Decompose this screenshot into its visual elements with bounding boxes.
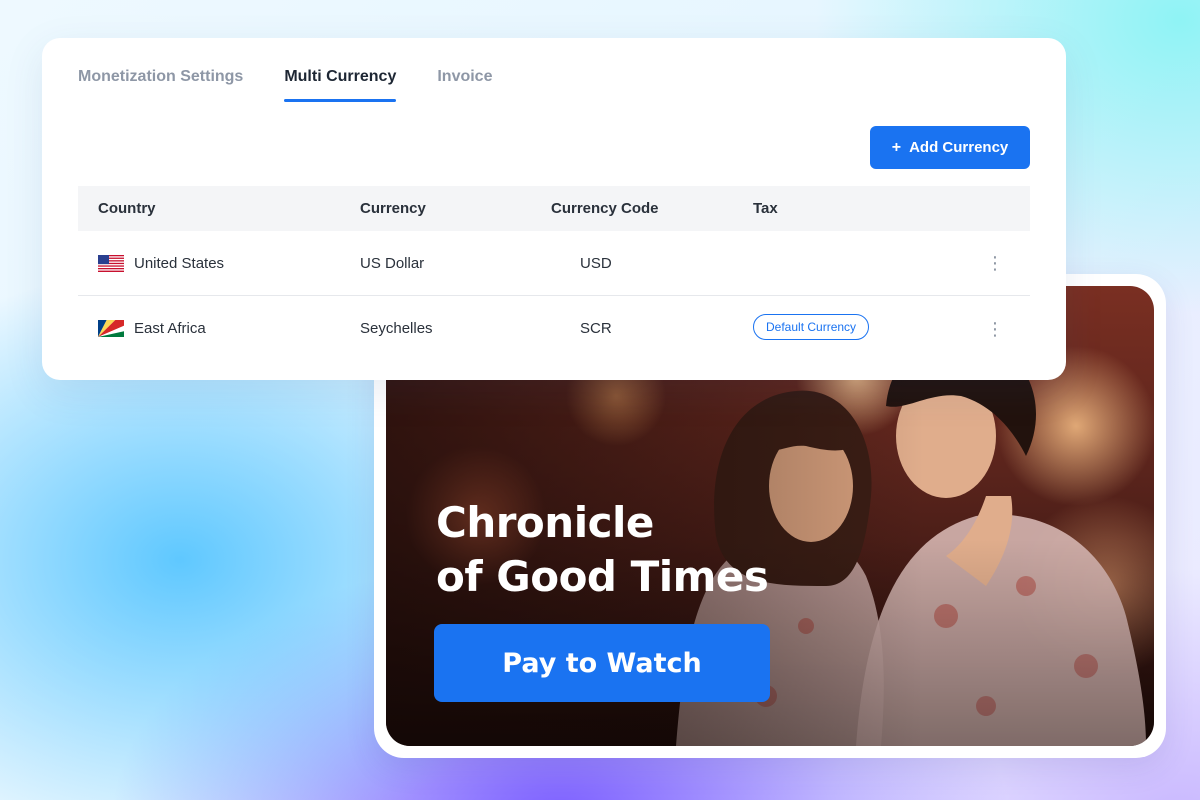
tab-invoice[interactable]: Invoice	[437, 68, 492, 102]
kebab-menu-icon[interactable]: ⋮	[986, 320, 1004, 338]
currency-name: Seychelles	[360, 320, 433, 337]
tax-cell: Default Currency	[753, 313, 973, 340]
default-currency-badge: Default Currency	[753, 313, 870, 340]
currency-code: USD	[580, 254, 612, 272]
video-title-line-1: Chronicle	[436, 498, 654, 547]
column-header-country: Country	[98, 200, 156, 217]
row-menu-cell: ⋮	[973, 254, 1030, 272]
us-flag-icon	[98, 254, 124, 272]
tab-multi-currency[interactable]: Multi Currency	[284, 68, 397, 102]
seychelles-flag-icon	[98, 320, 124, 337]
plus-icon: +	[891, 138, 902, 156]
table-row[interactable]: United States US Dollar USD ⋮	[78, 231, 1030, 296]
settings-tabs: Monetization Settings Multi Currency Inv…	[78, 68, 492, 102]
multi-currency-card: Monetization Settings Multi Currency Inv…	[42, 38, 1066, 380]
currency-code-cell: USD	[551, 255, 753, 272]
currency-code: SCR	[580, 320, 612, 337]
country-cell: East Africa	[78, 320, 360, 337]
country-name: East Africa	[134, 320, 206, 337]
currency-name: US Dollar	[360, 254, 425, 272]
country-cell: United States	[78, 254, 360, 272]
add-currency-button[interactable]: + Add Currency	[870, 126, 1030, 169]
pay-to-watch-button[interactable]: Pay to Watch	[434, 624, 770, 702]
add-currency-label: Add Currency	[909, 139, 1009, 156]
column-header-currency: Currency	[360, 200, 426, 217]
column-header-tax: Tax	[753, 200, 778, 217]
currency-table: Country Currency Currency Code Tax Unite…	[78, 186, 1030, 361]
tab-monetization-settings[interactable]: Monetization Settings	[78, 68, 243, 102]
row-menu-cell: ⋮	[973, 320, 1030, 338]
kebab-menu-icon[interactable]: ⋮	[986, 254, 1004, 272]
video-title-line-2: of Good Times	[436, 552, 769, 601]
currency-code-cell: SCR	[551, 320, 753, 337]
video-title: Chronicle of Good Times	[436, 496, 856, 604]
table-row[interactable]: East Africa Seychelles SCR Default Curre…	[78, 296, 1030, 361]
column-header-currency-code: Currency Code	[551, 200, 659, 217]
country-name: United States	[134, 254, 225, 272]
table-header: Country Currency Currency Code Tax	[78, 186, 1030, 231]
